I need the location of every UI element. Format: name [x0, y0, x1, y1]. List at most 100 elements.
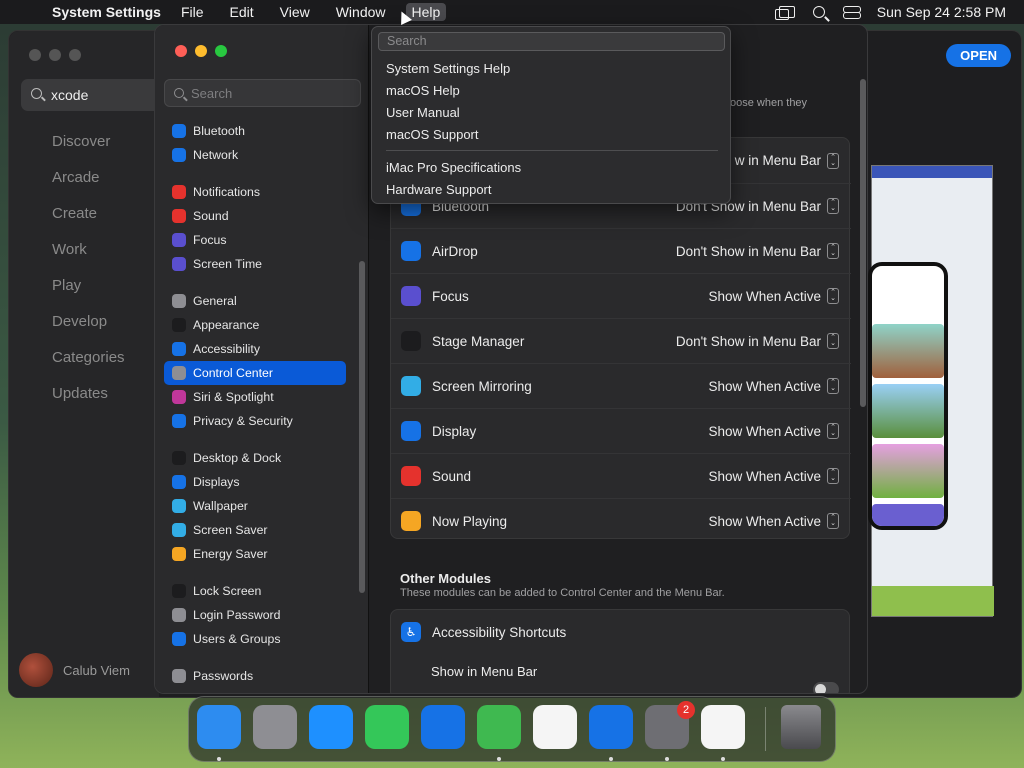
chevron-up-down-icon[interactable]: ⌃ ⌄: [827, 513, 839, 529]
nav-discover[interactable]: Discover: [52, 133, 125, 169]
module-visibility-select[interactable]: w in Menu Bar: [735, 153, 821, 168]
menu-window[interactable]: Window: [330, 3, 392, 21]
menu-item-imac-pro-specifications[interactable]: iMac Pro Specifications: [386, 160, 521, 175]
settings-search-field[interactable]: Search: [164, 79, 361, 107]
sidebar-item-users-groups[interactable]: Users & Groups: [164, 627, 346, 651]
sidebar-scrollbar[interactable]: [359, 261, 365, 593]
sidebar-item-privacy-security[interactable]: Privacy & Security: [164, 409, 346, 433]
sidebar-item-notifications[interactable]: Notifications: [164, 180, 346, 204]
control-center-icon[interactable]: [842, 5, 861, 19]
app-store-icon[interactable]: [589, 705, 633, 749]
chevron-up-down-icon[interactable]: ⌃ ⌄: [827, 152, 839, 169]
menu-item-user-manual[interactable]: User Manual: [386, 105, 460, 120]
module-label: Sound: [432, 468, 472, 484]
clock[interactable]: Sun Sep 24 2:58 PM: [877, 4, 1006, 20]
maps-icon[interactable]: [477, 705, 521, 749]
menu-item-macos-help[interactable]: macOS Help: [386, 83, 460, 98]
sidebar-item-lock-screen[interactable]: Lock Screen: [164, 579, 346, 603]
sidebar-item-appearance[interactable]: Appearance: [164, 313, 346, 337]
menu-item-system-settings-help[interactable]: System Settings Help: [386, 61, 510, 76]
nav-arcade[interactable]: Arcade: [52, 169, 125, 205]
app-name-menu[interactable]: System Settings: [52, 4, 161, 20]
nav-work[interactable]: Work: [52, 241, 125, 277]
sidebar-item-wallpaper[interactable]: Wallpaper: [164, 494, 346, 518]
running-indicator: [609, 757, 613, 761]
dock-separator: [765, 707, 766, 751]
app-store-search-field[interactable]: xcode: [21, 79, 161, 111]
menu-edit[interactable]: Edit: [224, 3, 260, 21]
module-visibility-select[interactable]: Don't Show in Menu Bar: [676, 334, 821, 349]
sidebar-item-screen-time[interactable]: Screen Time: [164, 252, 346, 276]
stage-manager-icon: [401, 331, 421, 351]
minimize-button[interactable]: [195, 45, 207, 57]
chevron-up-down-icon[interactable]: ⌃ ⌄: [827, 468, 839, 484]
help-search-field[interactable]: Search: [378, 32, 725, 51]
menu-view[interactable]: View: [274, 3, 316, 21]
module-visibility-select[interactable]: Show When Active: [708, 289, 821, 304]
sidebar-item-label: Focus: [193, 233, 227, 247]
close-button[interactable]: [29, 49, 41, 61]
content-scrollbar[interactable]: [860, 79, 866, 407]
open-button[interactable]: OPEN: [946, 44, 1011, 67]
finder-icon[interactable]: [197, 705, 241, 749]
chevron-up-down-icon[interactable]: ⌃ ⌄: [827, 423, 839, 439]
module-label: Stage Manager: [432, 333, 525, 349]
minimize-button[interactable]: [49, 49, 61, 61]
nav-develop[interactable]: Develop: [52, 313, 125, 349]
sidebar-item-network[interactable]: Network: [164, 143, 346, 167]
messages-icon[interactable]: [365, 705, 409, 749]
sidebar-item-screen-saver[interactable]: Screen Saver: [164, 518, 346, 542]
module-row: ♿ Accessibility Shortcuts: [391, 610, 851, 655]
nav-create[interactable]: Create: [52, 205, 125, 241]
menu-file[interactable]: File: [175, 3, 210, 21]
spotlight-icon[interactable]: [812, 6, 825, 18]
sidebar-item-accessibility[interactable]: Accessibility: [164, 337, 346, 361]
chevron-up-down-icon[interactable]: ⌃ ⌄: [827, 198, 839, 214]
launchpad-icon[interactable]: [253, 705, 297, 749]
account-button[interactable]: Calub Viem: [19, 653, 130, 687]
nav-categories[interactable]: Categories: [52, 349, 125, 385]
menu-item-hardware-support[interactable]: Hardware Support: [386, 182, 492, 197]
menu-item-macos-support[interactable]: macOS Support: [386, 127, 479, 142]
moon-icon: [172, 233, 186, 247]
module-visibility-select[interactable]: Show When Active: [708, 424, 821, 439]
photos-icon[interactable]: [533, 705, 577, 749]
sidebar-item-control-center[interactable]: Control Center: [164, 361, 346, 385]
nav-updates[interactable]: Updates: [52, 385, 125, 421]
module-visibility-select[interactable]: Show When Active: [708, 379, 821, 394]
preview-card: [872, 324, 944, 378]
hand-icon: [172, 414, 186, 428]
show-in-menu-bar-toggle[interactable]: [813, 682, 839, 693]
mail-icon[interactable]: [421, 705, 465, 749]
chrome-icon[interactable]: [701, 705, 745, 749]
zoom-button[interactable]: [69, 49, 81, 61]
sidebar-item-siri-spotlight[interactable]: Siri & Spotlight: [164, 385, 346, 409]
sidebar-item-focus[interactable]: Focus: [164, 228, 346, 252]
chevron-up-down-icon[interactable]: ⌃ ⌄: [827, 378, 839, 394]
sidebar-item-passwords[interactable]: Passwords: [164, 664, 346, 688]
chevron-up-down-icon[interactable]: ⌃ ⌄: [827, 333, 839, 349]
sidebar-item-energy-saver[interactable]: Energy Saver: [164, 542, 346, 566]
module-visibility-select[interactable]: Show When Active: [708, 514, 821, 529]
chevron-up-down-icon[interactable]: ⌃ ⌄: [827, 243, 839, 259]
module-visibility-select[interactable]: Don't Show in Menu Bar: [676, 244, 821, 259]
sidebar-item-desktop-dock[interactable]: Desktop & Dock: [164, 446, 346, 470]
module-label: Now Playing: [432, 513, 508, 529]
sidebar-item-login-password[interactable]: Login Password: [164, 603, 346, 627]
trash-icon[interactable]: [781, 705, 821, 749]
sidebar-item-label: General: [193, 294, 237, 308]
close-button[interactable]: [175, 45, 187, 57]
module-row-stage-manager: Stage Manager Don't Show in Menu Bar ⌃ ⌄: [391, 318, 851, 363]
sidebar-item-general[interactable]: General: [164, 289, 346, 313]
zoom-button[interactable]: [215, 45, 227, 57]
nav-play[interactable]: Play: [52, 277, 125, 313]
sidebar-item-bluetooth[interactable]: Bluetooth: [164, 119, 346, 143]
sidebar-item-sound[interactable]: Sound: [164, 204, 346, 228]
app-store-nav: Discover Arcade Create Work Play Develop…: [52, 133, 125, 421]
screen-mirroring-icon[interactable]: [774, 6, 795, 20]
chevron-up-down-icon[interactable]: ⌃ ⌄: [827, 288, 839, 304]
sidebar-item-label: Privacy & Security: [193, 414, 293, 428]
module-visibility-select[interactable]: Show When Active: [708, 469, 821, 484]
safari-icon[interactable]: [309, 705, 353, 749]
sidebar-item-displays[interactable]: Displays: [164, 470, 346, 494]
